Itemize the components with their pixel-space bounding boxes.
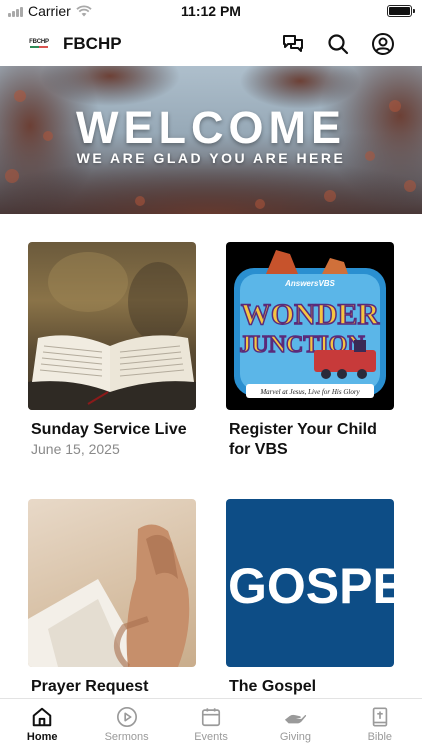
bible-photo xyxy=(28,242,196,410)
card-title: The Gospel xyxy=(229,678,317,695)
user-circle-icon xyxy=(372,33,394,55)
calendar-icon xyxy=(201,708,221,727)
vbs-tagline: Marvel at Jesus, Live for His Glory xyxy=(259,388,360,396)
tab-sermons[interactable]: Sermons xyxy=(84,699,168,750)
tab-label: Bible xyxy=(367,731,393,743)
tab-label: Giving xyxy=(279,731,312,743)
tab-home[interactable]: Home xyxy=(0,699,84,750)
vbs-line1: WONDER xyxy=(241,298,380,331)
tab-label: Sermons xyxy=(104,731,149,743)
vbs-artwork: AnswersVBS WONDER JUNCTION Marvel at Jes… xyxy=(226,242,394,410)
card-vbs[interactable]: AnswersVBS WONDER JUNCTION Marvel at Jes… xyxy=(226,242,394,460)
app-title: FBCHP xyxy=(63,34,122,53)
card-title: Register Your Child for VBS xyxy=(229,421,377,458)
gospel-banner-image: GOSPE xyxy=(228,558,394,614)
tab-events[interactable]: Events xyxy=(169,699,253,750)
home-icon xyxy=(32,707,52,727)
church-logo: FBCHP xyxy=(28,36,50,50)
hero-title: WELCOME xyxy=(76,102,346,153)
search-button[interactable] xyxy=(325,31,351,57)
search-icon xyxy=(328,34,349,55)
chat-bubbles-icon xyxy=(283,35,303,52)
tab-bible[interactable]: Bible xyxy=(338,699,422,750)
logo-text: FBCHP xyxy=(29,38,49,45)
card-sunday-service[interactable]: Sunday Service Live June 15, 2025 xyxy=(28,242,196,458)
logo-bar xyxy=(30,45,48,48)
card-date: June 15, 2025 xyxy=(31,441,120,457)
play-circle-icon xyxy=(116,707,137,727)
messages-button[interactable] xyxy=(280,31,306,57)
gospel-artwork: GOSPE xyxy=(226,499,394,667)
status-bar: Carrier 11:12 PM xyxy=(0,0,422,22)
app-header: FBCHP FBCHP xyxy=(0,22,422,66)
status-time: 11:12 PM xyxy=(181,3,241,19)
account-button[interactable] xyxy=(370,31,396,57)
vbs-brand: AnswersVBS xyxy=(284,279,335,288)
battery-icon xyxy=(387,5,415,17)
prayer-photo xyxy=(28,499,196,667)
card-title: Prayer Request xyxy=(31,678,149,695)
tab-label: Events xyxy=(194,731,228,743)
welcome-banner[interactable]: WELCOME WE ARE GLAD YOU ARE HERE xyxy=(0,66,422,214)
wonder-junction-logo: AnswersVBS WONDER JUNCTION Marvel at Jes… xyxy=(234,250,386,398)
praying-hands-image xyxy=(28,524,190,667)
tab-label: Home xyxy=(26,731,58,743)
bottom-tab-bar: Home Sermons Events Giving Bible xyxy=(0,698,422,750)
giving-hand-icon xyxy=(285,714,307,724)
tab-giving[interactable]: Giving xyxy=(253,699,337,750)
gospel-art-text: GOSPE xyxy=(228,558,394,614)
open-bible-image xyxy=(28,252,196,410)
hero-subtitle: WE ARE GLAD YOU ARE HERE xyxy=(76,150,346,166)
card-title: Sunday Service Live xyxy=(31,421,187,438)
bible-icon xyxy=(372,707,388,727)
card-the-gospel[interactable]: GOSPE The Gospel xyxy=(226,499,394,697)
card-prayer-request[interactable]: Prayer Request xyxy=(28,499,196,697)
